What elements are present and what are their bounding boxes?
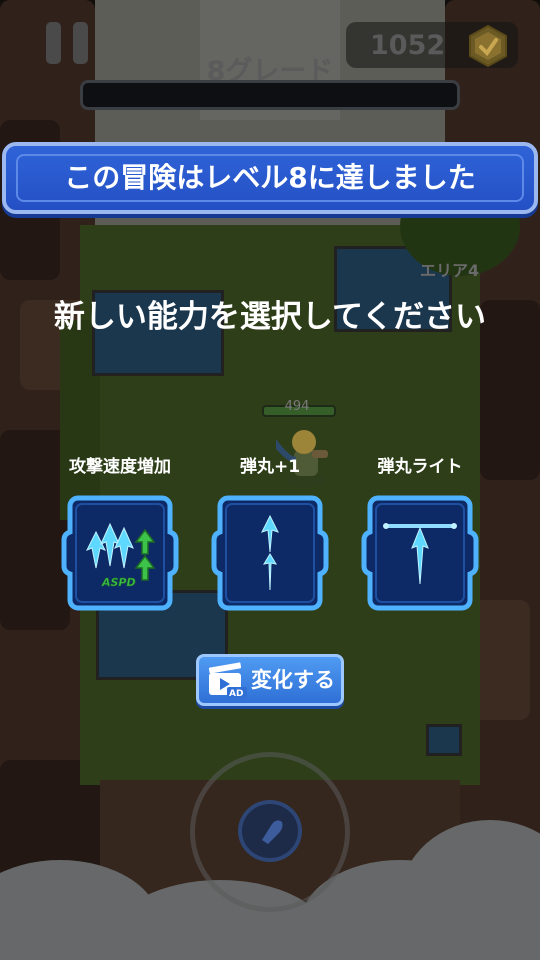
area-label: エリア4 <box>420 261 480 280</box>
skill-label-attack-speed: 攻撃速度増加 <box>69 457 171 477</box>
ad-badge: AD <box>229 689 243 699</box>
joystick-knob[interactable] <box>238 800 302 862</box>
select-ability-prompt: 新しい能力を選択してください <box>53 299 487 335</box>
skill-option-bullet-right[interactable] <box>360 492 480 614</box>
level-reached-banner: この冒険はレベル8に達しました <box>2 142 538 218</box>
skill-option-attack-speed[interactable]: ASPD <box>60 492 180 614</box>
bullet-plus-icon <box>261 514 279 591</box>
hero-hp-value: 494 <box>284 399 310 414</box>
banner-title: この冒険はレベル8に達しました <box>64 161 476 194</box>
pause-button[interactable] <box>40 18 98 68</box>
skill-label-bullet-right: 弾丸ライト <box>377 457 463 477</box>
experience-bar <box>80 80 460 110</box>
pause-icon <box>46 22 61 64</box>
skill-label-bullet-plus: 弾丸+1 <box>239 457 301 477</box>
coin-value: 1052 <box>370 30 446 61</box>
skill-option-bullet-plus[interactable] <box>210 492 330 614</box>
bullet-icon <box>262 820 283 844</box>
aspd-badge: ASPD <box>101 576 136 588</box>
coin-icon <box>469 24 507 68</box>
attack-speed-icon: ASPD <box>85 522 156 588</box>
video-ad-icon: AD <box>208 662 247 699</box>
change-skills-ad-button[interactable]: AD 変化する <box>196 654 344 706</box>
change-button-label: 変化する <box>251 668 335 692</box>
bullet-right-icon <box>383 523 457 585</box>
